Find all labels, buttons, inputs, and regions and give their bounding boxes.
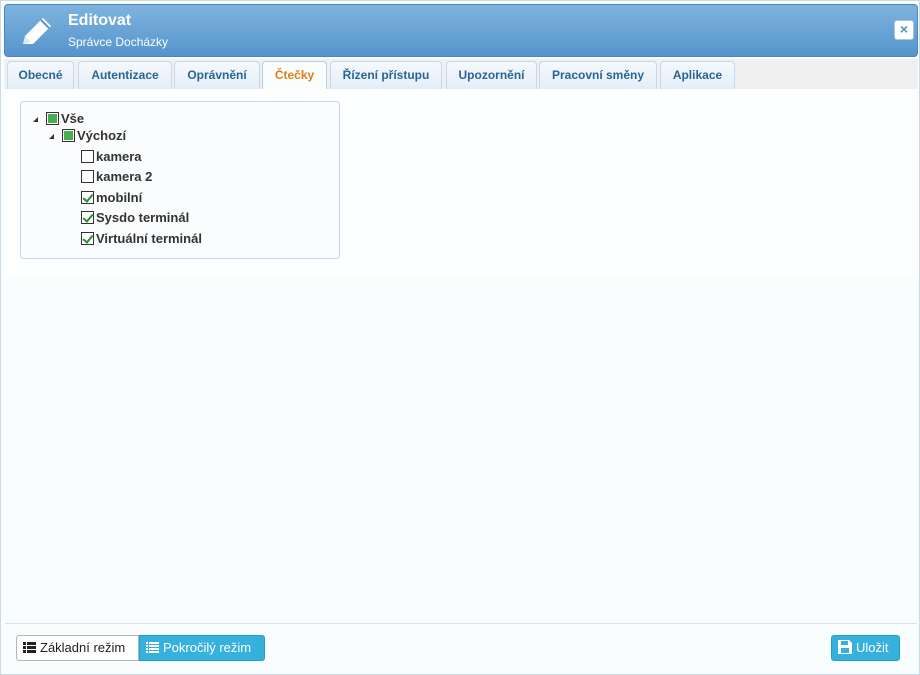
dialog-subtitle: Správce Docházky (68, 35, 169, 49)
tab-opravneni[interactable]: Oprávnění (174, 61, 260, 89)
tree-label-kamera-2: kamera 2 (96, 169, 153, 184)
pencil-icon (23, 18, 51, 44)
tree-checkbox-kamera[interactable] (81, 150, 94, 163)
tree-label-group: Výchozí (77, 128, 127, 143)
tree-node-group[interactable]: Výchozí (49, 128, 126, 146)
tree-checkbox-mobilni[interactable] (81, 191, 94, 204)
footer-divider (5, 623, 917, 624)
tree-node-root[interactable]: Vše (33, 111, 84, 129)
tree-label-virtualni-terminal: Virtuální terminál (96, 231, 202, 246)
collapse-arrow-icon[interactable] (49, 134, 54, 139)
save-label: Uložit (856, 640, 889, 655)
tree-item-mobilni[interactable]: mobilní (81, 190, 142, 208)
tree-label-sysdo-terminal: Sysdo terminál (96, 210, 190, 225)
tree-checkbox-virtualni-terminal[interactable] (81, 232, 94, 245)
tab-upozorneni[interactable]: Upozornění (446, 61, 537, 89)
tab-ctecky[interactable]: Čtečky (262, 61, 327, 91)
advanced-mode-button[interactable]: Pokročilý režim (139, 635, 265, 661)
close-icon[interactable]: × (894, 20, 914, 40)
collapse-arrow-icon[interactable] (33, 117, 38, 122)
tree-item-kamera-2[interactable]: kamera 2 (81, 169, 152, 187)
basic-mode-button[interactable]: Základní režim (16, 635, 139, 661)
tree-item-kamera[interactable]: kamera (81, 149, 142, 167)
advanced-mode-label: Pokročilý režim (163, 640, 252, 655)
tab-obecne[interactable]: Obecné (7, 61, 74, 89)
save-button[interactable]: Uložit (831, 635, 900, 661)
tab-aplikace[interactable]: Aplikace (660, 61, 735, 89)
tree-checkbox-sysdo-terminal[interactable] (81, 211, 94, 224)
list-icon (23, 642, 36, 653)
tab-autentizace[interactable]: Autentizace (78, 61, 172, 89)
tab-rizeni-pristupu[interactable]: Řízení přístupu (330, 61, 442, 89)
floppy-icon (838, 640, 852, 654)
tree-checkbox-kamera-2[interactable] (81, 170, 94, 183)
list-icon (146, 642, 159, 653)
basic-mode-label: Základní režim (40, 640, 126, 655)
tree-checkbox-root[interactable] (46, 112, 59, 125)
tree-item-virtualni-terminal[interactable]: Virtuální terminál (81, 231, 202, 249)
tree-checkbox-group[interactable] (62, 129, 75, 142)
tab-bar: Obecné Autentizace Oprávnění Čtečky Říze… (4, 59, 918, 91)
edit-dialog: Editovat Správce Docházky × Obecné Auten… (0, 0, 920, 675)
dialog-title: Editovat (68, 12, 132, 29)
tab-pracovni-smeny[interactable]: Pracovní směny (539, 61, 657, 89)
tree-label-kamera: kamera (96, 149, 142, 164)
tree-label-mobilni: mobilní (96, 190, 143, 205)
dialog-header: Editovat Správce Docházky × (4, 4, 918, 57)
tree-label-root: Vše (61, 111, 85, 126)
tree-item-sysdo-terminal[interactable]: Sysdo terminál (81, 210, 189, 228)
